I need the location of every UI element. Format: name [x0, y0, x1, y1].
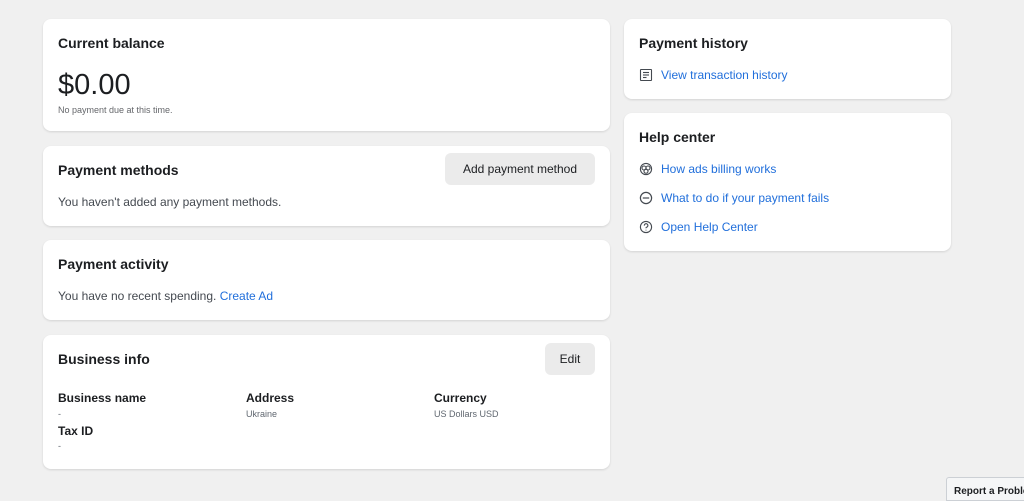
help-center-card: Help center How ads billing works What t… [624, 113, 951, 251]
edit-business-info-button[interactable]: Edit [545, 343, 595, 375]
minus-circle-icon [639, 191, 653, 205]
add-payment-method-button[interactable]: Add payment method [445, 153, 595, 185]
open-help-center-label: Open Help Center [661, 220, 758, 234]
business-info-card: Business info Edit Business name - Addre… [43, 335, 610, 469]
balance-amount: $0.00 [58, 69, 131, 101]
tax-id-label: Tax ID [58, 424, 94, 438]
business-info-title: Business info [58, 351, 150, 367]
balance-note: No payment due at this time. [58, 105, 173, 115]
tax-id-value: - [58, 441, 61, 451]
current-balance-card: Current balance $0.00 No payment due at … [43, 19, 610, 131]
view-transaction-history-link[interactable]: View transaction history [639, 67, 788, 83]
help-center-title: Help center [639, 129, 716, 145]
payment-activity-title: Payment activity [58, 256, 169, 272]
report-problem-button[interactable]: Report a Problem [946, 477, 1024, 501]
address-value: Ukraine [246, 409, 278, 419]
receipt-icon [639, 68, 653, 82]
payment-history-card: Payment history View transaction history [624, 19, 951, 99]
currency-label: Currency [434, 391, 487, 405]
payment-methods-title: Payment methods [58, 162, 179, 178]
payment-activity-message-row: You have no recent spending. Create Ad [58, 289, 273, 303]
how-ads-billing-works-label: How ads billing works [661, 162, 777, 176]
payment-methods-message: You haven't added any payment methods. [58, 195, 282, 209]
how-ads-billing-works-link[interactable]: How ads billing works [639, 161, 776, 177]
question-circle-icon [639, 220, 653, 234]
payment-history-title: Payment history [639, 35, 748, 51]
payment-fails-link[interactable]: What to do if your payment fails [639, 190, 829, 206]
payment-fails-label: What to do if your payment fails [661, 191, 830, 205]
create-ad-link[interactable]: Create Ad [220, 289, 273, 303]
view-transaction-history-label: View transaction history [661, 68, 788, 82]
open-help-center-link[interactable]: Open Help Center [639, 219, 758, 235]
business-name-label: Business name [58, 391, 147, 405]
coins-icon [639, 162, 653, 176]
business-name-value: - [58, 409, 61, 419]
payment-activity-message: You have no recent spending. [58, 289, 217, 303]
current-balance-title: Current balance [58, 35, 165, 51]
payment-methods-card: Payment methods Add payment method You h… [43, 146, 610, 226]
address-label: Address [246, 391, 295, 405]
payment-activity-card: Payment activity You have no recent spen… [43, 240, 610, 320]
currency-value: US Dollars USD [434, 409, 499, 419]
